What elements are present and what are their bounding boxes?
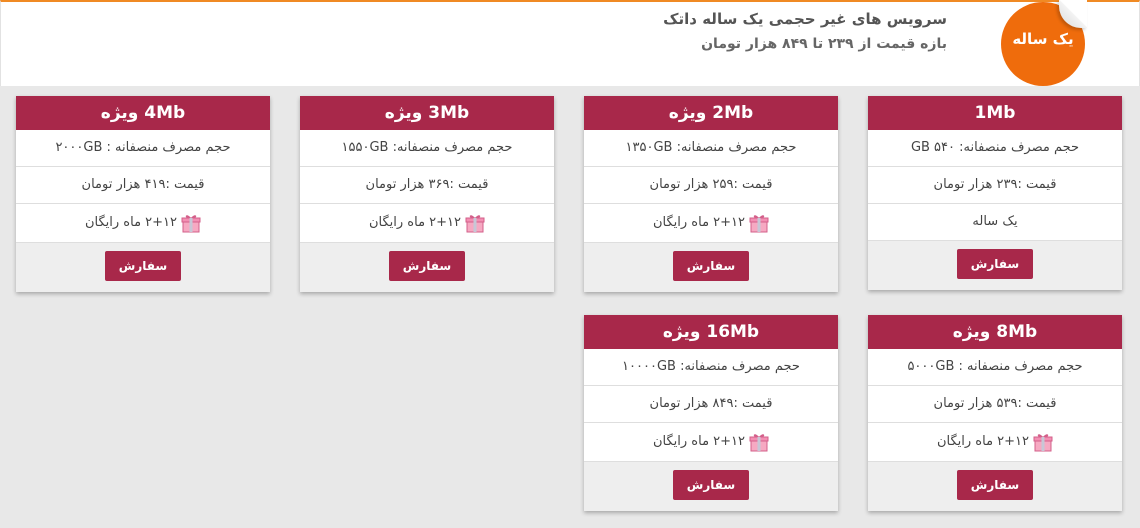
plan-volume: حجم مصرف منصفانه: ۱۰۰۰۰GB — [584, 349, 838, 386]
plan-card-title: 3Mb ویژه — [300, 96, 554, 130]
plan-card-footer: سفارش — [16, 243, 270, 292]
plan-price: قیمت :۳۶۹ هزار تومان — [300, 167, 554, 204]
plan-price: قیمت :۵۳۹ هزار تومان — [868, 386, 1122, 423]
plan-extra: ۲+۱۲ ماه رایگان — [584, 423, 838, 462]
header-title: سرویس های غیر حجمی یک ساله داتک — [663, 10, 947, 28]
plan-card-16mb: 16Mb ویژه حجم مصرف منصفانه: ۱۰۰۰۰GB قیمت… — [584, 315, 838, 511]
order-button[interactable]: سفارش — [672, 251, 750, 281]
plan-extra-label: ۲+۱۲ ماه رایگان — [652, 434, 746, 449]
header-subtitle: بازه قیمت از ۲۳۹ تا ۸۴۹ هزار تومان — [701, 36, 947, 52]
order-button[interactable]: سفارش — [956, 249, 1034, 279]
order-button[interactable]: سفارش — [388, 251, 466, 281]
plan-card-footer: سفارش — [300, 243, 554, 292]
plan-price: قیمت :۸۴۹ هزار تومان — [584, 386, 838, 423]
plan-card-footer: سفارش — [584, 462, 838, 511]
plan-volume: حجم مصرف منصفانه : ۵۰۰۰GB — [868, 349, 1122, 386]
plan-volume: حجم مصرف منصفانه: GB ۵۴۰ — [868, 130, 1122, 167]
plan-card-footer: سفارش — [868, 462, 1122, 511]
order-button[interactable]: سفارش — [104, 251, 182, 281]
plan-card-title: 16Mb ویژه — [584, 315, 838, 349]
plan-card-footer: سفارش — [584, 243, 838, 292]
sticker-label: یک ساله — [1012, 30, 1074, 48]
gift-icon — [749, 214, 769, 232]
plan-price: قیمت :۲۵۹ هزار تومان — [584, 167, 838, 204]
plan-volume: حجم مصرف منصفانه: ۱۳۵۰GB — [584, 130, 838, 167]
plan-price: قیمت :۴۱۹ هزار تومان — [16, 167, 270, 204]
order-button[interactable]: سفارش — [672, 470, 750, 500]
plan-header: یک ساله سرویس های غیر حجمی یک ساله داتک … — [0, 0, 1140, 86]
plan-extra: ۲+۱۲ ماه رایگان — [868, 423, 1122, 462]
plan-card-3mb: 3Mb ویژه حجم مصرف منصفانه: ۱۵۵۰GB قیمت :… — [300, 96, 554, 292]
plan-extra-label: ۲+۱۲ ماه رایگان — [652, 215, 746, 230]
plan-extra-label: ۲+۱۲ ماه رایگان — [84, 215, 178, 230]
plan-card-title: 2Mb ویژه — [584, 96, 838, 130]
gift-icon — [465, 214, 485, 232]
plan-extra: یک ساله — [868, 204, 1122, 241]
gift-icon — [181, 214, 201, 232]
page: یک ساله سرویس های غیر حجمی یک ساله داتک … — [0, 0, 1140, 528]
gift-icon — [1033, 433, 1053, 451]
plan-card-4mb: 4Mb ویژه حجم مصرف منصفانه : ۲۰۰۰GB قیمت … — [16, 96, 270, 292]
plan-volume: حجم مصرف منصفانه: ۱۵۵۰GB — [300, 130, 554, 167]
plan-card-title: 8Mb ویژه — [868, 315, 1122, 349]
plan-card-1mb: 1Mb حجم مصرف منصفانه: GB ۵۴۰ قیمت :۲۳۹ ه… — [868, 96, 1122, 290]
order-button[interactable]: سفارش — [956, 470, 1034, 500]
plan-extra: ۲+۱۲ ماه رایگان — [300, 204, 554, 243]
plan-extra-label: ۲+۱۲ ماه رایگان — [936, 434, 1030, 449]
plan-extra-label: ۲+۱۲ ماه رایگان — [368, 215, 462, 230]
sticker-fold — [1059, 0, 1087, 28]
plan-card-8mb: 8Mb ویژه حجم مصرف منصفانه : ۵۰۰۰GB قیمت … — [868, 315, 1122, 511]
plan-card-2mb: 2Mb ویژه حجم مصرف منصفانه: ۱۳۵۰GB قیمت :… — [584, 96, 838, 292]
plan-card-title: 4Mb ویژه — [16, 96, 270, 130]
gift-icon — [749, 433, 769, 451]
plan-extra: ۲+۱۲ ماه رایگان — [584, 204, 838, 243]
plan-volume: حجم مصرف منصفانه : ۲۰۰۰GB — [16, 130, 270, 167]
plan-price: قیمت :۲۳۹ هزار تومان — [868, 167, 1122, 204]
plan-card-footer: سفارش — [868, 241, 1122, 290]
sticker-badge: یک ساله — [1001, 0, 1087, 86]
plan-card-title: 1Mb — [868, 96, 1122, 130]
plan-extra: ۲+۱۲ ماه رایگان — [16, 204, 270, 243]
